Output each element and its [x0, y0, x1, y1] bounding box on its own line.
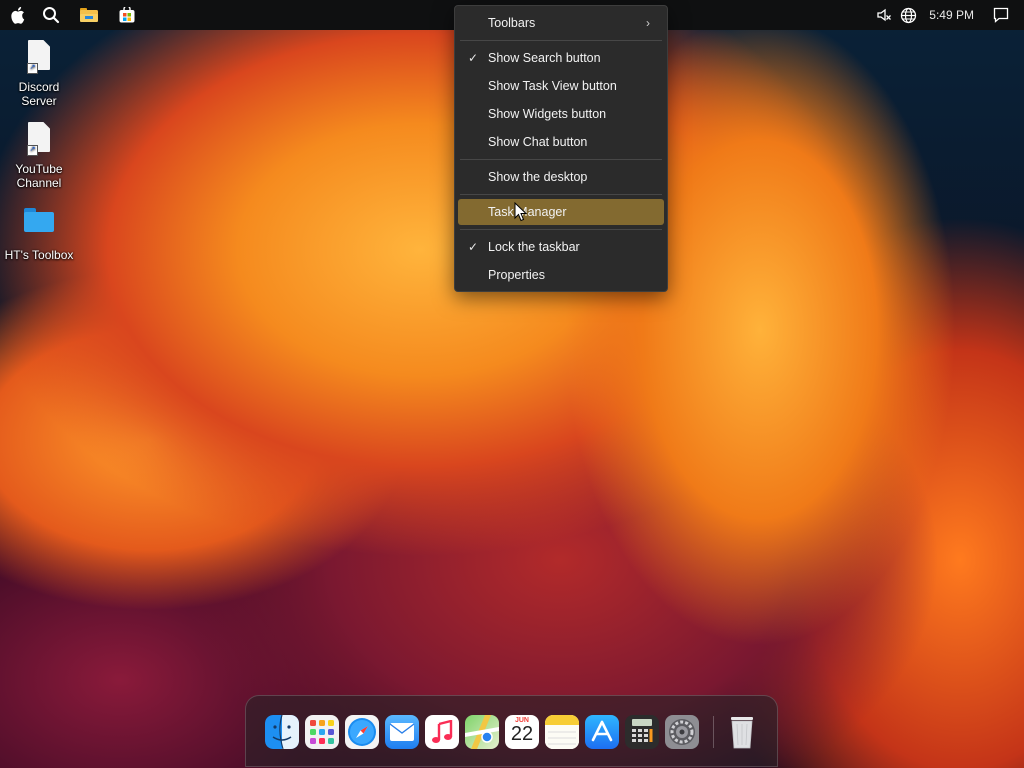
menu-separator — [460, 40, 662, 41]
search-icon[interactable] — [38, 2, 64, 28]
dock-separator — [713, 716, 714, 748]
file-shortcut-icon: ↗ — [21, 122, 57, 158]
app-store-icon[interactable] — [585, 715, 619, 749]
notes-icon[interactable] — [545, 715, 579, 749]
trash-icon[interactable] — [725, 715, 759, 749]
menu-item-lock-the-taskbar[interactable]: ✓ Lock the taskbar — [458, 234, 664, 260]
desktop-icon-label: YouTube Channel — [15, 162, 63, 190]
clock[interactable]: 5:49 PM — [929, 8, 974, 22]
calendar-day: 22 — [510, 723, 534, 745]
desktop-icon-hts-toolbox[interactable]: HT's Toolbox — [0, 202, 78, 262]
calendar-icon[interactable]: JUN 22 — [505, 715, 539, 749]
file-shortcut-icon: ↗ — [21, 40, 57, 76]
folder-icon — [21, 208, 57, 244]
menu-separator — [460, 194, 662, 195]
menu-item-toolbars[interactable]: Toolbars › — [458, 10, 664, 36]
menu-item-show-task-view-button[interactable]: Show Task View button — [458, 73, 664, 99]
mail-icon[interactable] — [385, 715, 419, 749]
maps-icon[interactable] — [465, 715, 499, 749]
menu-item-task-manager[interactable]: Task Manager — [458, 199, 664, 225]
apple-icon[interactable] — [6, 2, 32, 28]
menu-separator — [460, 229, 662, 230]
desktop-icon-discord-server[interactable]: ↗ Discord Server — [0, 38, 78, 108]
music-icon[interactable] — [425, 715, 459, 749]
volume-muted-icon[interactable] — [873, 4, 895, 26]
desktop-icon-label: Discord Server — [18, 80, 60, 108]
file-explorer-icon[interactable] — [76, 2, 102, 28]
menu-item-show-chat-button[interactable]: Show Chat button — [458, 129, 664, 155]
store-icon[interactable] — [114, 2, 140, 28]
system-preferences-icon[interactable] — [665, 715, 699, 749]
finder-icon[interactable] — [265, 715, 299, 749]
desktop-icon-label: HT's Toolbox — [4, 248, 74, 262]
mouse-cursor-icon — [514, 202, 528, 222]
notifications-icon[interactable] — [990, 4, 1012, 26]
desktop-icon-youtube-channel[interactable]: ↗ YouTube Channel — [0, 120, 78, 190]
menu-item-show-the-desktop[interactable]: Show the desktop — [458, 164, 664, 190]
chevron-right-icon: › — [646, 16, 650, 30]
checkmark-icon: ✓ — [467, 51, 479, 65]
launchpad-icon[interactable] — [305, 715, 339, 749]
calculator-icon[interactable] — [625, 715, 659, 749]
menu-separator — [460, 159, 662, 160]
menu-item-show-widgets-button[interactable]: Show Widgets button — [458, 101, 664, 127]
checkmark-icon: ✓ — [467, 240, 479, 254]
menu-item-properties[interactable]: Properties — [458, 262, 664, 288]
dock: JUN 22 — [245, 695, 778, 767]
network-globe-icon[interactable] — [897, 4, 919, 26]
safari-icon[interactable] — [345, 715, 379, 749]
taskbar-context-menu: Toolbars › ✓ Show Search button Show Tas… — [454, 5, 668, 292]
menu-item-show-search-button[interactable]: ✓ Show Search button — [458, 45, 664, 71]
